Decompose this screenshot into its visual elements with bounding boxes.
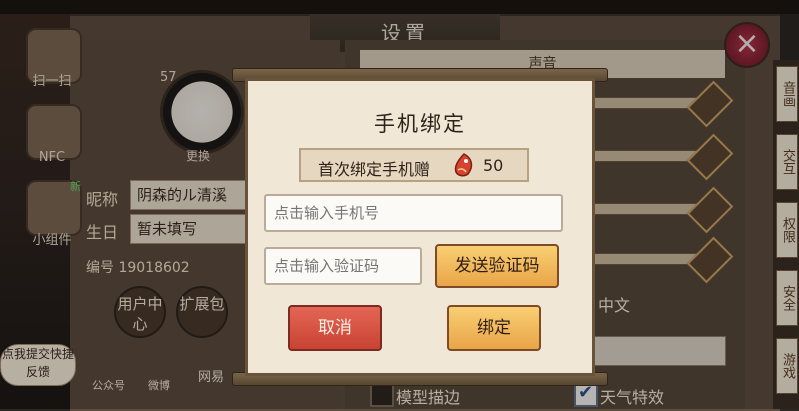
send-code-button[interactable]: 发送验证码	[435, 244, 559, 288]
phone-number-input[interactable]	[264, 194, 563, 232]
dialog-title: 手机绑定	[374, 112, 466, 136]
reward-count: 50	[483, 156, 504, 175]
fish-icon	[454, 153, 473, 177]
verification-code-input[interactable]	[264, 247, 422, 285]
bind-button[interactable]: 绑定	[447, 305, 541, 351]
reward-text: 首次绑定手机赠	[318, 160, 431, 179]
cancel-button[interactable]: 取消	[288, 305, 382, 351]
